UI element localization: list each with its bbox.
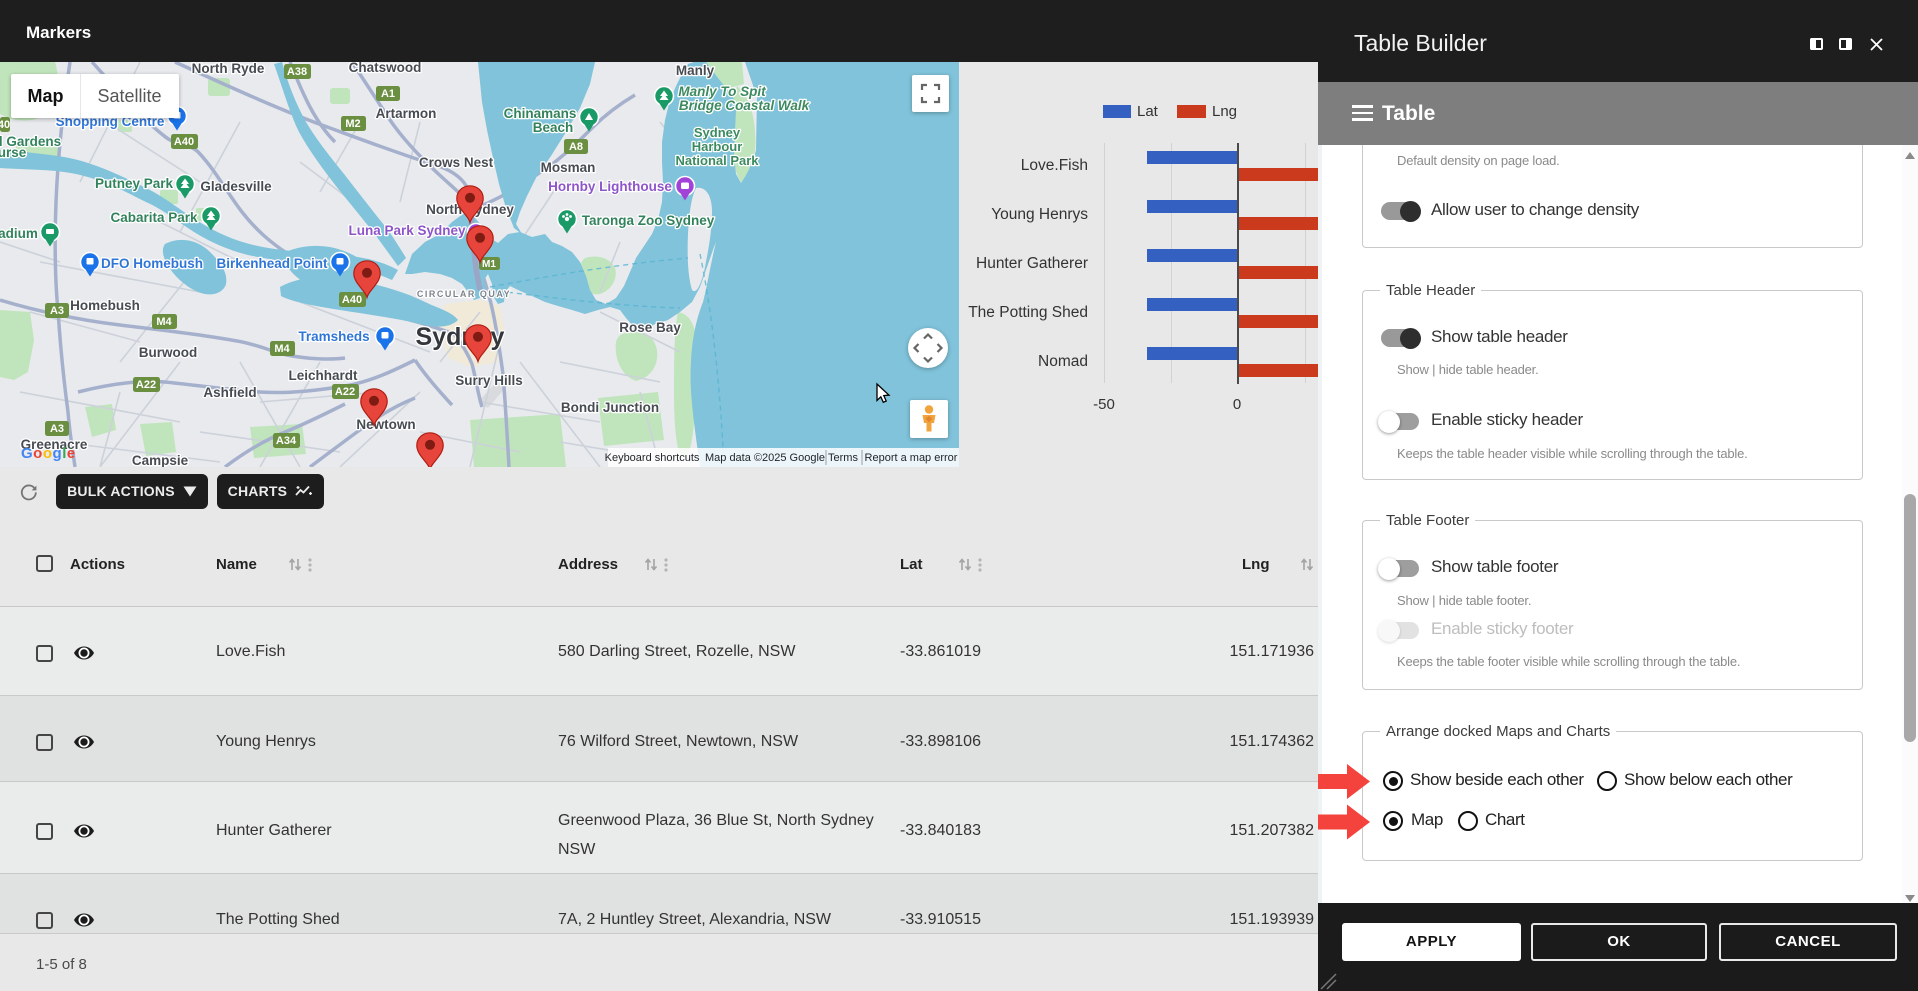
svg-text:M4: M4 <box>274 343 290 355</box>
svg-text:Keyboard shortcuts: Keyboard shortcuts <box>605 452 700 464</box>
svg-text:Report a map error: Report a map error <box>865 452 958 464</box>
svg-text:A38: A38 <box>287 66 307 78</box>
svg-text:Map data ©2025 Google: Map data ©2025 Google <box>705 452 825 464</box>
svg-text:Surry Hills: Surry Hills <box>455 373 523 388</box>
svg-text:Luna Park Sydney: Luna Park Sydney <box>348 223 466 238</box>
svg-text:Ashfield: Ashfield <box>203 385 256 400</box>
svg-text:CIRCULAR QUAY: CIRCULAR QUAY <box>417 289 511 299</box>
svg-text:M2: M2 <box>345 118 360 130</box>
svg-text:Tramsheds: Tramsheds <box>298 329 369 344</box>
svg-text:Cabarita Park: Cabarita Park <box>110 210 198 225</box>
svg-text:M4: M4 <box>156 316 172 328</box>
svg-text:A22: A22 <box>136 379 156 391</box>
svg-text:Artarmon: Artarmon <box>376 106 437 121</box>
svg-text:A8: A8 <box>569 141 583 153</box>
svg-text:A40: A40 <box>342 294 362 306</box>
svg-text:A3: A3 <box>50 423 64 435</box>
svg-text:Mosman: Mosman <box>541 160 596 175</box>
svg-text:Leichhardt: Leichhardt <box>288 368 358 383</box>
svg-text:Hornby Lighthouse: Hornby Lighthouse <box>548 179 672 194</box>
svg-text:adium: adium <box>0 226 38 241</box>
svg-text:Manly: Manly <box>676 63 715 78</box>
svg-text:Sydney: Sydney <box>694 125 741 140</box>
svg-text:A1: A1 <box>381 88 395 100</box>
svg-text:Harbour: Harbour <box>692 139 743 154</box>
svg-text:A40: A40 <box>174 136 194 148</box>
svg-text:M1: M1 <box>482 259 496 270</box>
svg-text:Taronga Zoo Sydney: Taronga Zoo Sydney <box>582 213 715 228</box>
svg-text:Terms: Terms <box>828 452 858 464</box>
svg-text:Bondi Junction: Bondi Junction <box>561 400 659 415</box>
svg-text:DFO Homebush: DFO Homebush <box>101 256 203 271</box>
svg-text:Bridge Coastal Walk: Bridge Coastal Walk <box>679 98 811 113</box>
svg-text:A34: A34 <box>276 435 297 447</box>
svg-text:North Ryde: North Ryde <box>192 62 265 76</box>
svg-text:Newtown: Newtown <box>356 417 415 432</box>
svg-text:Burwood: Burwood <box>139 345 198 360</box>
svg-text:urse: urse <box>0 145 27 160</box>
svg-text:Chinamans: Chinamans <box>504 106 577 121</box>
svg-text:Birkenhead Point: Birkenhead Point <box>216 256 328 271</box>
svg-text:Google: Google <box>21 445 76 462</box>
svg-text:Manly To Spit: Manly To Spit <box>678 84 766 99</box>
svg-text:Chatswood: Chatswood <box>349 62 422 75</box>
svg-text:Campsie: Campsie <box>132 453 189 467</box>
svg-text:National Park: National Park <box>675 153 759 168</box>
svg-text:Crows Nest: Crows Nest <box>419 155 494 170</box>
svg-text:Beach: Beach <box>533 120 574 135</box>
svg-text:40: 40 <box>0 119 10 131</box>
svg-text:Gladesville: Gladesville <box>200 179 272 194</box>
svg-text:Putney Park: Putney Park <box>95 176 174 191</box>
svg-text:A22: A22 <box>335 386 355 398</box>
svg-text:Homebush: Homebush <box>70 298 140 313</box>
svg-text:Rose Bay: Rose Bay <box>619 320 681 335</box>
svg-text:A3: A3 <box>50 305 64 317</box>
